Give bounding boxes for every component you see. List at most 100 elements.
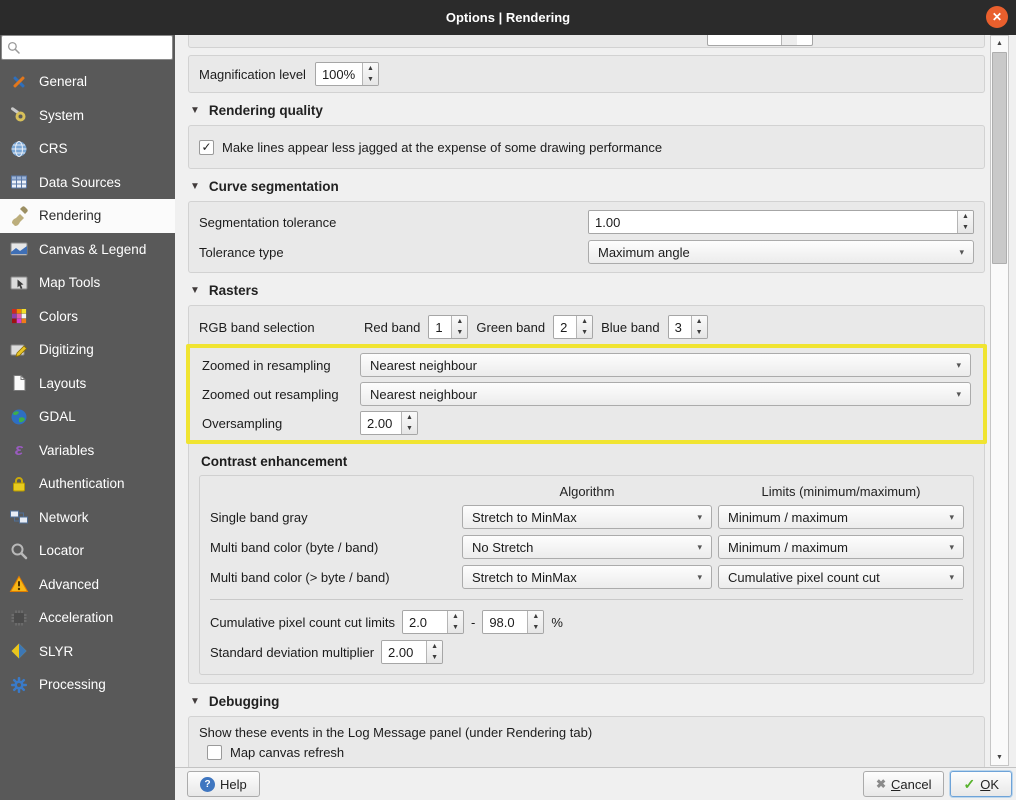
dialog-button-bar: ? Help ✖ Cancel ✓ OK [175,768,1016,800]
collapse-icon[interactable]: ▼ [190,696,200,707]
search-input[interactable] [25,40,167,55]
magnification-spinbox[interactable]: 100% ▲ ▼ [314,62,379,86]
sidebar-item-processing[interactable]: Processing [0,668,175,702]
close-icon[interactable]: ✕ [986,6,1008,28]
rasters-header[interactable]: ▼ Rasters [190,283,985,298]
cumulative-cut-min-spinbox[interactable]: 2.0 ▲ ▼ [401,610,464,634]
vertical-scrollbar[interactable]: ▲ ▼ [990,35,1009,766]
scrollbar-track[interactable] [991,51,1008,750]
separator [210,599,963,600]
spin-down-icon[interactable]: ▼ [452,327,467,338]
spin-down-icon[interactable]: ▼ [363,74,378,85]
partial-spinbox[interactable] [707,35,813,46]
magnification-groupbox: Magnification level 100% ▲ ▼ [188,55,985,93]
spin-up-icon[interactable]: ▲ [692,316,707,327]
sidebar-item-label: General [39,74,88,90]
green-band-spinbox[interactable]: 2 ▲ ▼ [553,315,594,339]
multi-band-gt-byte-algorithm-dropdown[interactable]: Stretch to MinMax ▾ [462,565,712,589]
scroll-up-icon[interactable]: ▲ [991,36,1008,51]
sidebar-item-authentication[interactable]: Authentication [0,467,175,501]
contrast-enhancement-groupbox: Algorithm Limits (minimum/maximum) Singl… [199,475,974,675]
zoomed-out-resampling-dropdown[interactable]: Nearest neighbour ▾ [360,382,971,406]
cumulative-cut-max-spinbox[interactable]: 98.0 ▲ ▼ [482,610,545,634]
collapse-icon[interactable]: ▼ [190,285,200,296]
collapse-icon[interactable]: ▼ [190,105,200,116]
sidebar-item-canvas-legend[interactable]: Canvas & Legend [0,233,175,267]
red-band-spinbox[interactable]: 1 ▲ ▼ [428,315,469,339]
single-band-gray-limits-dropdown[interactable]: Minimum / maximum ▾ [718,505,964,529]
spin-up-icon[interactable]: ▲ [448,611,463,622]
debugging-header[interactable]: ▼ Debugging [190,694,985,709]
scrollbar-thumb[interactable] [992,52,1007,264]
sidebar-item-general[interactable]: General [0,65,175,99]
spin-down-icon[interactable]: ▼ [692,327,707,338]
sidebar-item-label: Locator [39,543,85,559]
sidebar-item-data-sources[interactable]: Data Sources [0,166,175,200]
scroll-down-icon[interactable]: ▼ [991,750,1008,765]
sidebar-item-label: Authentication [39,476,125,492]
ok-button[interactable]: ✓ OK [950,771,1012,797]
map-canvas-refresh-checkbox[interactable] [207,745,222,760]
single-band-gray-algorithm-dropdown[interactable]: Stretch to MinMax ▾ [462,505,712,529]
window-title: Options | Rendering [445,10,571,25]
sidebar-item-label: Colors [39,308,79,324]
antialias-checkbox[interactable]: ✓ [199,139,214,155]
sidebar-item-gdal[interactable]: GDAL [0,400,175,434]
spin-up-icon[interactable]: ▲ [402,412,417,423]
spin-up-icon[interactable]: ▲ [577,316,592,327]
sidebar-item-label: System [39,107,85,123]
sidebar-item-rendering[interactable]: Rendering [0,199,175,233]
spin-down-icon[interactable]: ▼ [958,222,973,233]
sidebar-item-acceleration[interactable]: Acceleration [0,601,175,635]
segmentation-tolerance-spinbox[interactable]: 1.00 ▲ ▼ [588,210,974,234]
blue-band-spinbox[interactable]: 3 ▲ ▼ [667,315,708,339]
sidebar-item-crs[interactable]: CRS [0,132,175,166]
spin-down-icon[interactable]: ▼ [448,622,463,633]
sidebar-item-advanced[interactable]: Advanced [0,568,175,602]
sidebar-item-variables[interactable]: ε Variables [0,434,175,468]
cancel-button[interactable]: ✖ Cancel [862,771,945,797]
rendering-quality-header[interactable]: ▼ Rendering quality [190,103,985,118]
network-icon [9,507,29,527]
table-icon [9,172,29,192]
curve-segmentation-header[interactable]: ▼ Curve segmentation [190,179,985,194]
spin-down-icon[interactable]: ▼ [402,423,417,434]
chip-icon [9,608,29,628]
tolerance-type-dropdown[interactable]: Maximum angle ▾ [588,240,974,264]
multi-band-gt-byte-limits-dropdown[interactable]: Cumulative pixel count cut ▾ [718,565,964,589]
spin-up-icon[interactable]: ▲ [363,63,378,74]
sidebar-search[interactable] [1,35,173,60]
search-icon [7,41,20,54]
sidebar-item-label: Canvas & Legend [39,241,147,257]
stddev-multiplier-spinbox[interactable]: 2.00 ▲ ▼ [381,640,444,664]
sidebar-item-locator[interactable]: Locator [0,534,175,568]
oversampling-spinbox[interactable]: 2.00 ▲ ▼ [360,411,418,435]
zoomed-in-resampling-dropdown[interactable]: Nearest neighbour ▾ [360,353,971,377]
collapse-icon[interactable]: ▼ [190,181,200,192]
multi-band-byte-limits-dropdown[interactable]: Minimum / maximum ▾ [718,535,964,559]
spin-up-icon[interactable]: ▲ [427,641,442,652]
spin-up-icon[interactable]: ▲ [528,611,543,622]
spin-up-icon[interactable]: ▲ [958,211,973,222]
cumulative-cut-limits-label: Cumulative pixel count cut limits [210,614,395,630]
spin-down-icon[interactable]: ▼ [577,327,592,338]
sidebar-item-layouts[interactable]: Layouts [0,367,175,401]
sidebar-item-slyr[interactable]: SLYR [0,635,175,669]
blue-band-label: Blue band [601,319,660,335]
percent-label: % [551,614,563,630]
sidebar-item-system[interactable]: System [0,99,175,133]
spin-down-icon[interactable]: ▼ [528,622,543,633]
sidebar-item-digitizing[interactable]: Digitizing [0,333,175,367]
help-button[interactable]: ? Help [187,771,260,797]
sidebar-item-map-tools[interactable]: Map Tools [0,266,175,300]
multi-band-byte-algorithm-dropdown[interactable]: No Stretch ▾ [462,535,712,559]
sidebar-item-colors[interactable]: Colors [0,300,175,334]
rendering-quality-groupbox: ✓ Make lines appear less jagged at the e… [188,125,985,169]
spin-up-icon[interactable]: ▲ [452,316,467,327]
sidebar-item-network[interactable]: Network [0,501,175,535]
sidebar-item-label: Network [39,509,89,525]
stddev-multiplier-label: Standard deviation multiplier [210,644,375,660]
chevron-down-icon: ▾ [697,541,702,552]
chevron-down-icon: ▾ [959,246,964,257]
spin-down-icon[interactable]: ▼ [427,652,442,663]
